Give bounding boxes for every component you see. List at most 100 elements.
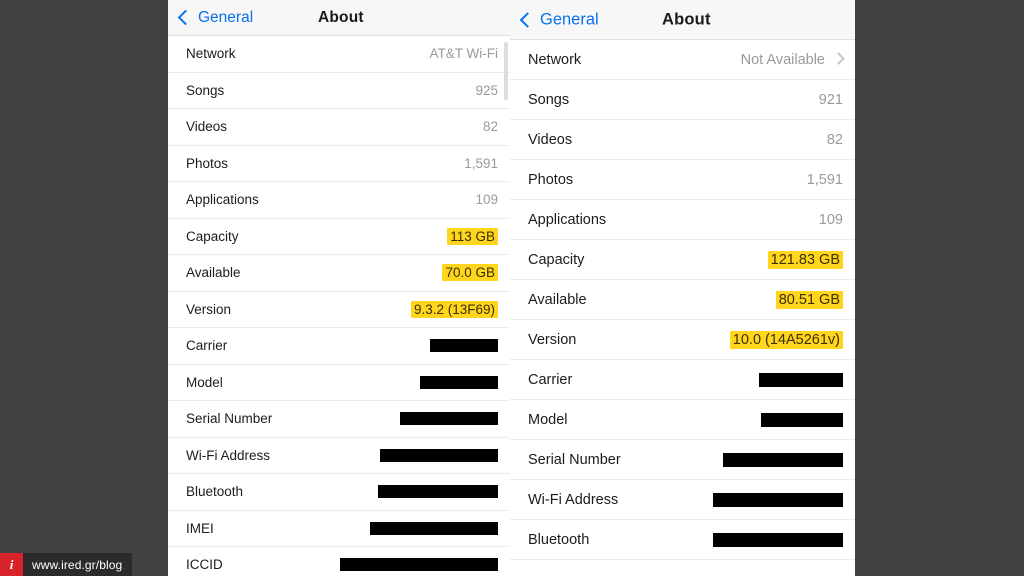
settings-row: Capacity 113 GB [168,218,510,255]
settings-row-value: 1,591 [806,171,843,188]
chevron-left-icon [177,9,194,26]
scrollbar[interactable] [504,42,508,100]
settings-row-value: AT&T Wi-Fi [429,46,499,62]
redacted-value-bar [380,448,498,462]
settings-row: Videos 82 [510,120,855,160]
watermark-url: www.ired.gr/blog [23,553,133,576]
back-button-label: General [540,10,599,28]
settings-row-value: 925 [475,82,498,98]
settings-row-label: Capacity [186,228,239,244]
settings-row: Model [510,400,855,440]
settings-row-value-highlighted: 10.0 (14A5261v) [729,330,843,349]
settings-row-label: Wi-Fi Address [528,491,619,508]
settings-row-label: Available [186,265,241,281]
settings-row-value: 921 [818,91,843,108]
screenshot-root: General About Network AT&T Wi-Fi Songs 925 V… [0,0,1024,576]
settings-row-value: 82 [482,119,498,135]
settings-row-label: IMEI [186,520,214,536]
settings-row-label: Version [528,331,577,348]
settings-row-label: Capacity [528,251,585,268]
settings-row: Videos 82 [168,109,510,146]
settings-row-label: Version [186,301,232,317]
settings-row-label: Bluetooth [186,484,244,500]
settings-row-label: Applications [528,211,607,228]
settings-row-value-highlighted: 80.51 GB [775,290,843,309]
settings-row: Capacity 121.83 GB [510,240,855,280]
ios-about-screen-before: General About Network AT&T Wi-Fi Songs 925 V… [168,0,510,576]
redacted-value-bar [723,452,843,467]
settings-row-label: Network [528,51,582,68]
redacted-value-bar [430,339,498,353]
settings-row: Version 9.3.2 (13F69) [168,291,510,328]
back-button-label: General [198,8,254,26]
watermark-badge: i [0,553,23,576]
settings-row-label: Songs [528,91,570,108]
redacted-value-bar [378,485,498,499]
settings-row-value: 1,591 [464,155,498,171]
settings-row: Serial Number [510,440,855,480]
settings-row: Photos 1,591 [510,160,855,200]
settings-row-label: Network [186,46,236,62]
settings-row-label: Photos [186,155,229,171]
settings-row: Wi-Fi Address [510,480,855,520]
redacted-value-bar [370,521,498,535]
redacted-value-bar [420,375,498,389]
navigation-bar: General About [510,0,855,40]
navigation-bar: General About [168,0,510,36]
redacted-value-bar [400,412,498,426]
redacted-value-bar [713,492,843,507]
settings-row: Version 10.0 (14A5261v) [510,320,855,360]
settings-row-label: Videos [528,131,573,148]
settings-row: ICCID [168,547,510,576]
settings-row-value: Not Available [740,51,825,68]
page-title: About [662,10,711,28]
redacted-value-bar [713,532,843,547]
settings-row: Applications 109 [510,200,855,240]
settings-row-label: Carrier [186,338,228,354]
settings-row: Applications 109 [168,182,510,219]
ios-about-screen-after: General About Network Not Available Songs 9… [510,0,855,576]
settings-row: Bluetooth [510,520,855,560]
settings-row-label: Serial Number [186,411,273,427]
settings-row: Wi-Fi Address [168,437,510,474]
settings-row: Network AT&T Wi-Fi [168,36,510,73]
settings-row-value: 82 [826,131,843,148]
settings-row: Carrier [168,328,510,365]
watermark: i www.ired.gr/blog [0,553,133,576]
settings-row-label: Applications [186,192,259,208]
redacted-value-bar [340,558,498,572]
settings-row-value: 109 [475,192,498,208]
settings-row-label: Available [528,291,587,308]
settings-row: Bluetooth [168,474,510,511]
settings-row-label: Videos [186,119,228,135]
settings-row-value: 109 [818,211,843,228]
settings-row-label: Songs [186,82,225,98]
settings-row-label: ICCID [186,557,223,573]
settings-row: Model [168,364,510,401]
settings-row-label: Wi-Fi Address [186,447,271,463]
chevron-right-icon [832,52,845,65]
settings-row-value-highlighted: 9.3.2 (13F69) [410,300,498,318]
settings-row-label: Model [528,411,568,428]
redacted-value-bar [761,412,843,427]
settings-row-label: Bluetooth [528,531,590,548]
settings-row: Serial Number [168,401,510,438]
chevron-left-icon [519,11,536,28]
settings-row: Carrier [510,360,855,400]
settings-list: Network AT&T Wi-Fi Songs 925 Videos 82 Photos 1… [168,36,510,576]
page-title: About [318,8,364,26]
settings-row[interactable]: Network Not Available [510,40,855,80]
redacted-value-bar [759,372,843,387]
settings-row-label: Serial Number [528,451,621,468]
settings-row-label: Photos [528,171,574,188]
settings-row-label: Carrier [528,371,573,388]
settings-row: Photos 1,591 [168,145,510,182]
back-to-general-button[interactable]: General [177,8,254,27]
settings-row: Songs 921 [510,80,855,120]
settings-row: Available 70.0 GB [168,255,510,292]
settings-list: Network Not Available Songs 921 Videos 82 Phot… [510,40,855,560]
back-to-general-button[interactable]: General [519,10,599,29]
settings-row: Available 80.51 GB [510,280,855,320]
settings-row: IMEI [168,510,510,547]
settings-row-label: Model [186,374,223,390]
